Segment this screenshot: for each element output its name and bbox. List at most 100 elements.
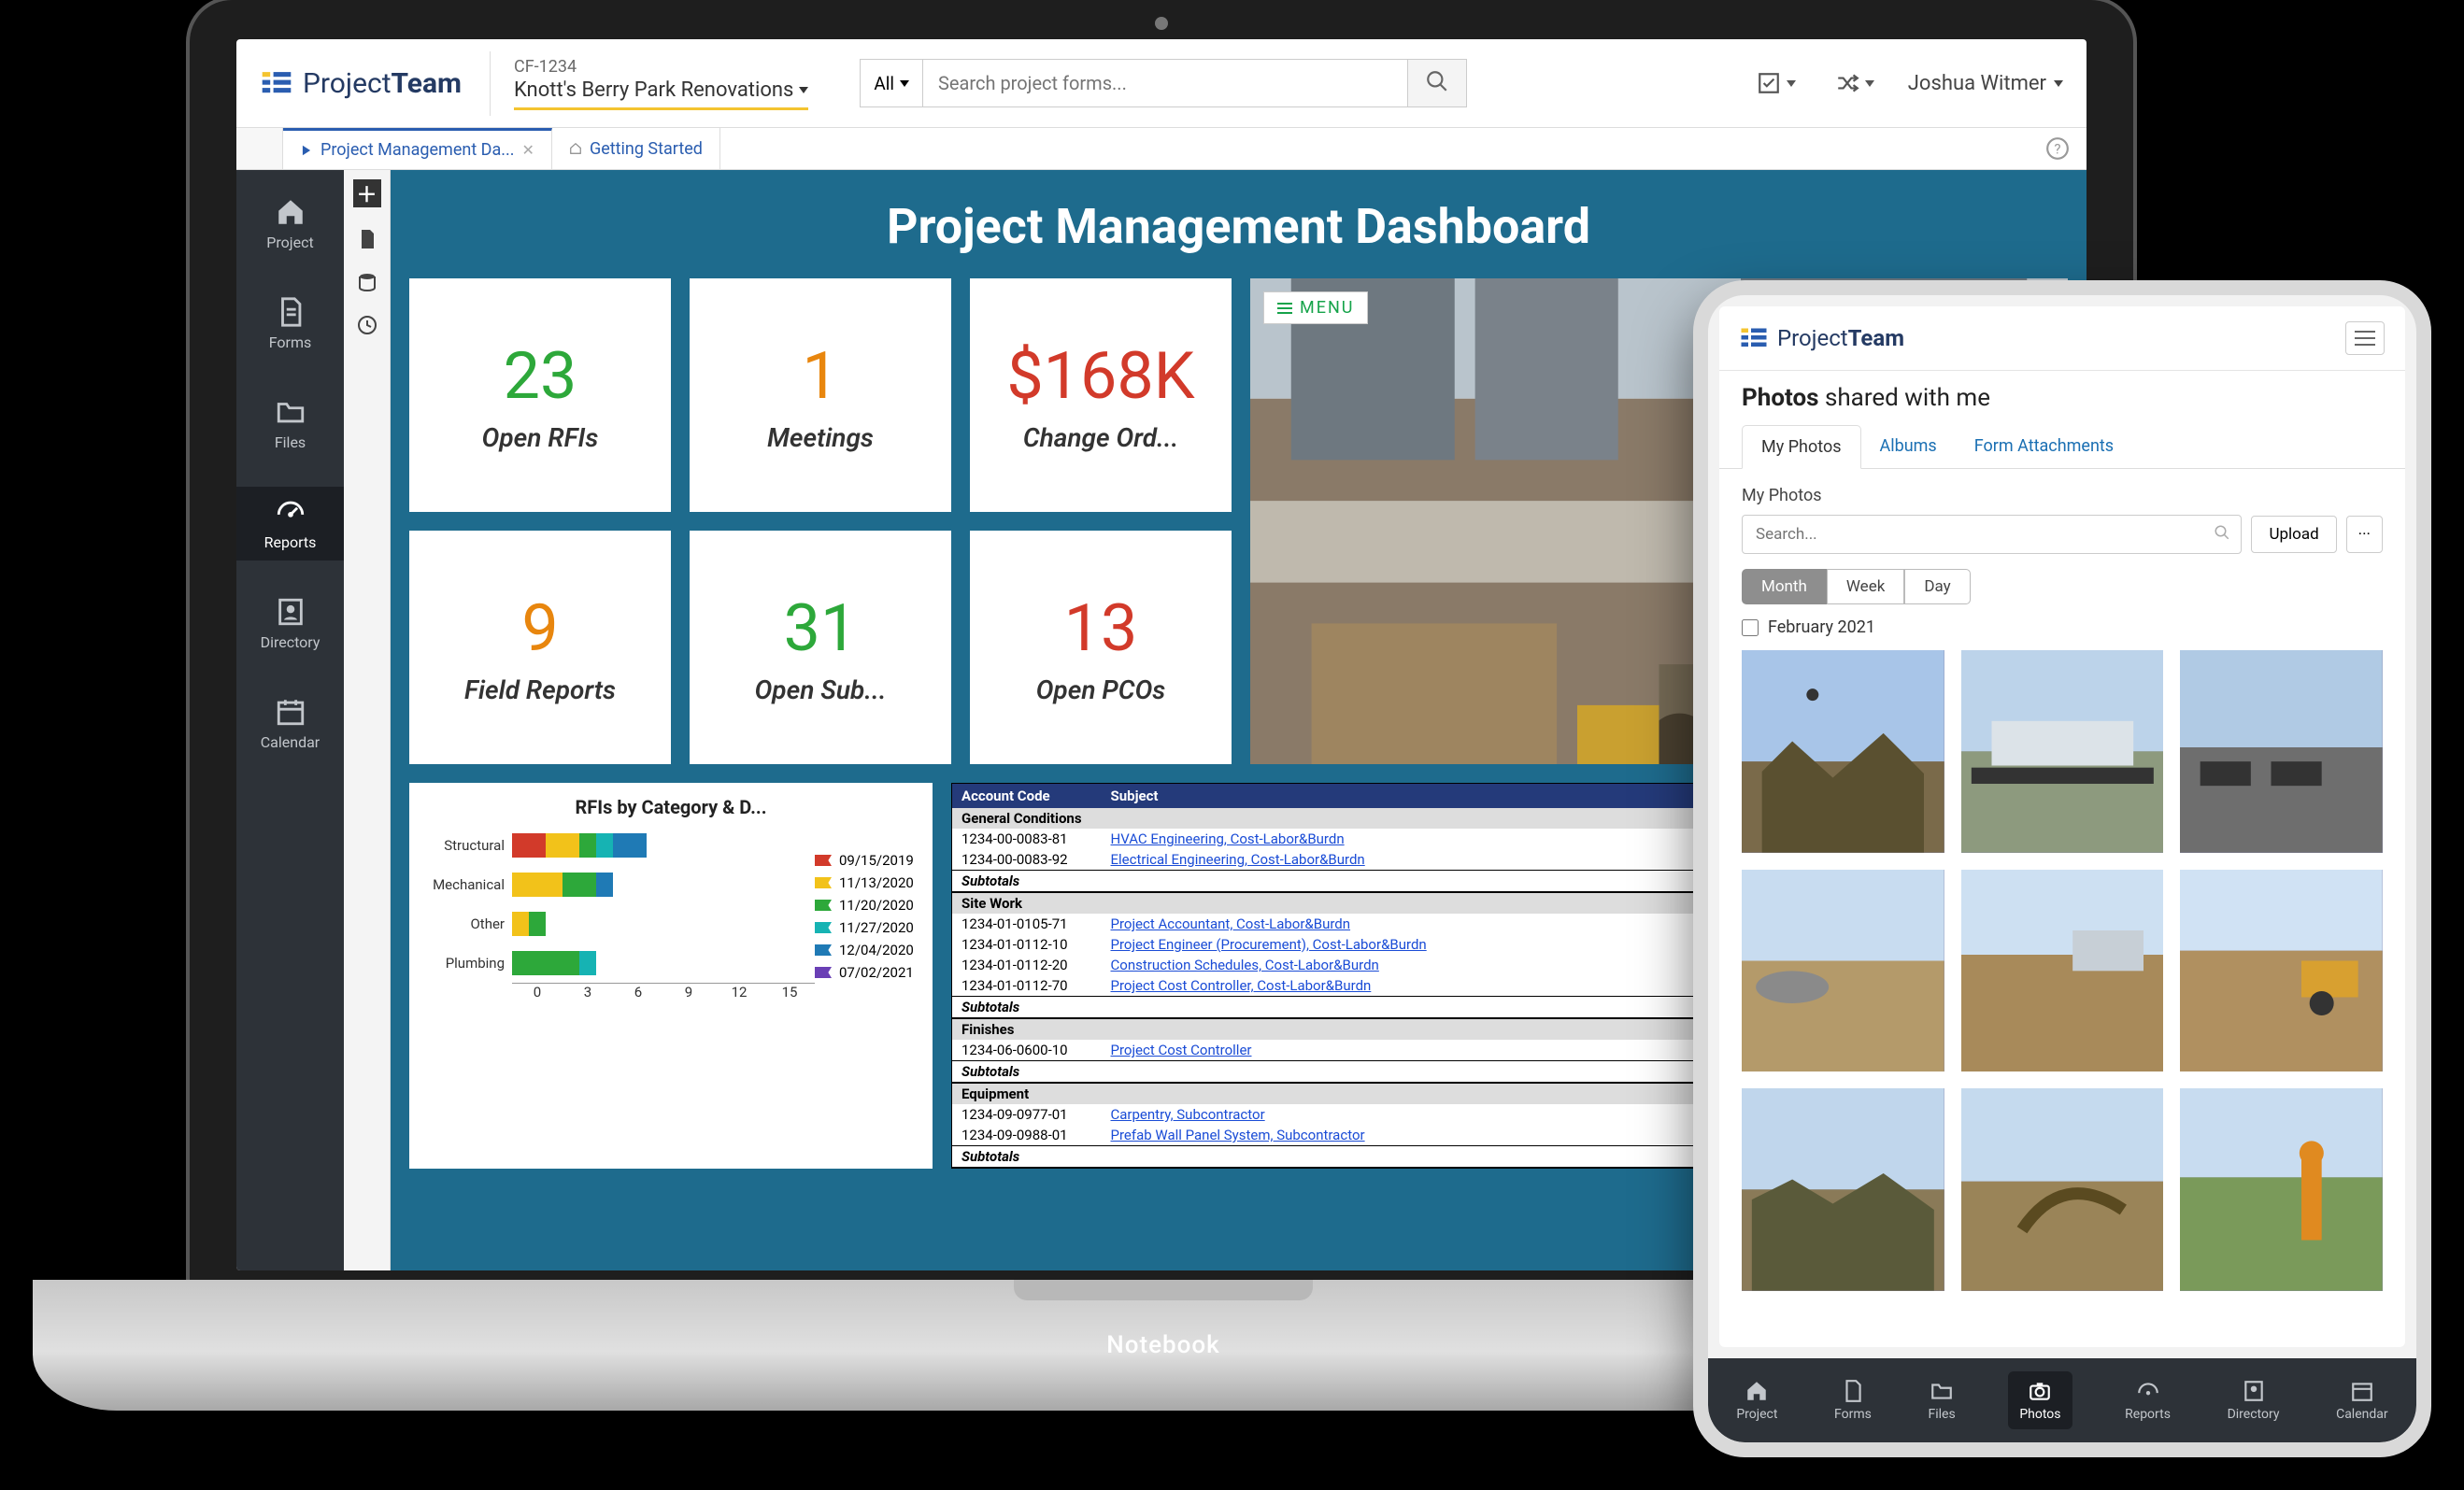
camera-menu-button[interactable]: MENU [1263, 291, 1368, 324]
search-input[interactable] [1742, 515, 2242, 554]
rail-files[interactable]: Files [236, 387, 344, 461]
search-input[interactable] [922, 59, 1408, 107]
btm-calendar[interactable]: Calendar [2332, 1373, 2392, 1427]
gauge-icon [2136, 1379, 2160, 1403]
check-square-icon [1757, 71, 1781, 95]
more-button[interactable]: ··· [2346, 516, 2383, 553]
checklist-menu[interactable] [1751, 65, 1802, 101]
mini-rail: ＋ [344, 170, 391, 1270]
app-logo[interactable]: ProjectTeam [260, 67, 462, 100]
chevron-down-icon [2054, 80, 2063, 87]
tablet-frame: ProjectTeam Photos shared with me My Pho… [1693, 280, 2431, 1457]
tab-dashboard[interactable]: Project Management Da... ✕ [283, 128, 552, 169]
tablet-top: ProjectTeam [1719, 306, 2405, 371]
contact-icon [2242, 1379, 2266, 1403]
view-day[interactable]: Day [1904, 569, 1970, 604]
photo-tabs: My Photos Albums Form Attachments [1719, 425, 2405, 469]
view-segment: Month Week Day [1742, 569, 2383, 604]
section-label: My Photos [1742, 486, 2383, 505]
search-scope-select[interactable]: All [860, 59, 922, 107]
chevron-down-icon [1787, 80, 1796, 87]
month-checkbox[interactable] [1742, 619, 1759, 636]
folder-icon [275, 396, 306, 428]
camera-dot [1155, 17, 1168, 30]
shuffle-icon [1835, 71, 1859, 95]
camera-icon [2028, 1379, 2052, 1403]
home-icon [569, 142, 582, 155]
photo-thumb[interactable] [1742, 870, 1944, 1072]
shuffle-menu[interactable] [1830, 65, 1880, 101]
kpi-field-reports[interactable]: 9 Field Reports [409, 531, 671, 764]
btm-files[interactable]: Files [1925, 1373, 1959, 1427]
upload-button[interactable]: Upload [2251, 516, 2336, 553]
chart-legend: 09/15/201911/13/202011/20/202011/27/2020… [815, 826, 916, 1000]
photo-thumb[interactable] [2180, 650, 2383, 853]
help-icon: ? [2045, 136, 2070, 161]
top-nav: ProjectTeam CF-1234 Knott's Berry Park R… [236, 39, 2087, 128]
page-title: Photos shared with me [1719, 371, 2405, 425]
photo-thumb[interactable] [1961, 870, 2164, 1072]
laptop-brand: Notebook [1106, 1331, 1219, 1359]
kpi-open-rfis[interactable]: 23 Open RFIs [409, 278, 671, 512]
photo-thumb[interactable] [1742, 650, 1944, 853]
project-selector[interactable]: CF-1234 Knott's Berry Park Renovations [490, 51, 832, 116]
search-icon [2214, 524, 2230, 545]
menu-icon [1277, 302, 1292, 315]
photo-thumb[interactable] [1961, 1088, 2164, 1291]
photo-thumb[interactable] [1961, 650, 2164, 853]
kpi-meetings[interactable]: 1 Meetings [690, 278, 951, 512]
rail-forms[interactable]: Forms [236, 287, 344, 361]
help-button[interactable]: ? [2029, 128, 2087, 169]
left-rail: Project Forms Files Reports [236, 170, 344, 1270]
tab-form-attachments[interactable]: Form Attachments [1956, 425, 2132, 468]
rail-project[interactable]: Project [236, 187, 344, 261]
page-icon[interactable] [356, 228, 378, 250]
photo-thumb[interactable] [1742, 1088, 1944, 1291]
month-group[interactable]: February 2021 [1742, 617, 2383, 637]
chevron-down-icon [799, 87, 808, 93]
folder-icon [1930, 1379, 1954, 1403]
document-icon [275, 296, 306, 328]
view-month[interactable]: Month [1742, 569, 1827, 604]
rail-reports[interactable]: Reports [236, 487, 344, 561]
svg-text:?: ? [2054, 140, 2060, 157]
kpi-open-subs[interactable]: 31 Open Sub... [690, 531, 951, 764]
photo-thumb[interactable] [2180, 1088, 2383, 1291]
add-button[interactable]: ＋ [353, 179, 381, 207]
btm-forms[interactable]: Forms [1830, 1373, 1875, 1427]
kpi-change-orders[interactable]: $168K Change Ord... [970, 278, 1232, 512]
clock-icon[interactable] [356, 314, 378, 336]
rail-directory[interactable]: Directory [236, 587, 344, 660]
photo-thumb[interactable] [2180, 870, 2383, 1072]
btm-project[interactable]: Project [1732, 1373, 1781, 1427]
chevron-down-icon [1865, 80, 1874, 87]
view-week[interactable]: Week [1827, 569, 1904, 604]
tab-my-photos[interactable]: My Photos [1742, 425, 1861, 469]
gauge-icon [275, 496, 306, 528]
rail-calendar[interactable]: Calendar [236, 687, 344, 760]
tab-getting-started[interactable]: Getting Started [552, 128, 720, 169]
btm-photos[interactable]: Photos [2008, 1371, 2072, 1429]
home-icon [1745, 1379, 1769, 1403]
user-menu[interactable]: Joshua Witmer [1908, 72, 2063, 95]
tablet-bottom-nav: Project Forms Files Photos Reports Direc… [1708, 1358, 2416, 1442]
search-bar: All [860, 59, 1467, 107]
btm-directory[interactable]: Directory [2224, 1373, 2284, 1427]
hamburger-button[interactable] [2345, 321, 2385, 355]
app-logo[interactable]: ProjectTeam [1740, 322, 1904, 354]
search-button[interactable] [1408, 59, 1467, 107]
project-name: Knott's Berry Park Renovations [514, 78, 808, 110]
tablet-body: My Photos Upload ··· Month Week Day Febr… [1719, 469, 2405, 1347]
database-icon[interactable] [356, 271, 378, 293]
logo-icon [1740, 322, 1768, 354]
kpi-open-pcos[interactable]: 13 Open PCOs [970, 531, 1232, 764]
logo-text: ProjectTeam [303, 67, 462, 100]
dashboard-title: Project Management Dashboard [409, 198, 2068, 255]
calendar-icon [275, 696, 306, 728]
close-icon[interactable]: ✕ [522, 141, 534, 159]
tab-albums[interactable]: Albums [1861, 425, 1956, 468]
rfi-chart: StructuralMechanicalOtherPlumbing0369121… [426, 826, 916, 1000]
menu-icon [2355, 331, 2375, 333]
play-icon [300, 144, 313, 157]
btm-reports[interactable]: Reports [2121, 1373, 2174, 1427]
